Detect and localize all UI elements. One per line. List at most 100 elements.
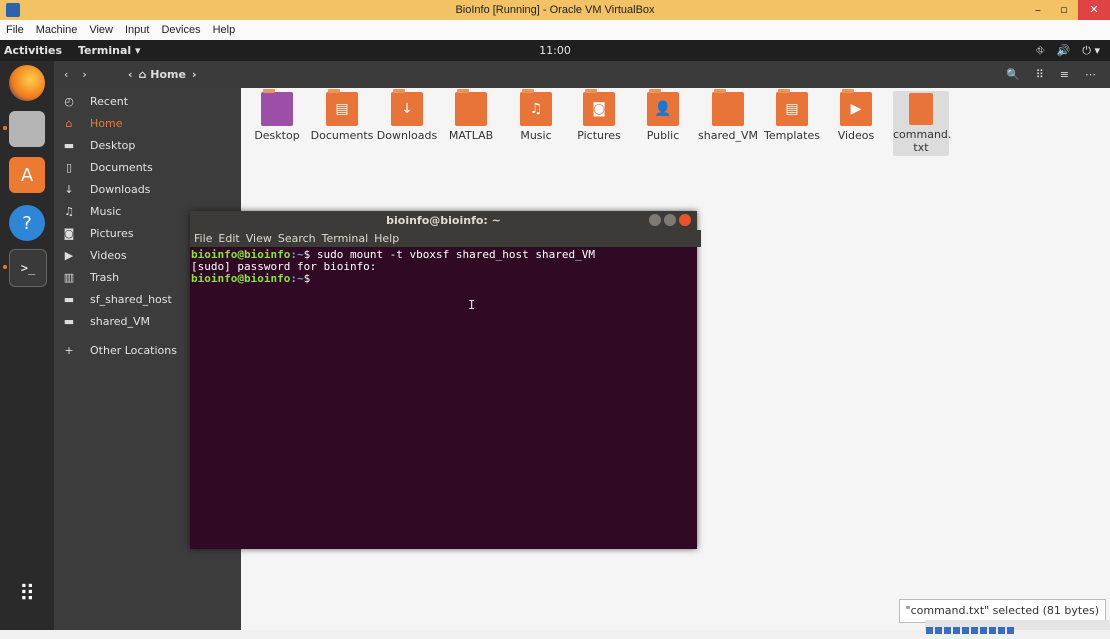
breadcrumb-home[interactable]: ⌂ Home <box>139 65 186 84</box>
folder-icon: ▤ <box>776 89 808 126</box>
sidebar-item-recent[interactable]: ◴ Recent <box>54 91 241 113</box>
window-controls-icon[interactable]: ⋯ <box>1085 61 1096 88</box>
folder-icon: ▤ <box>326 89 358 126</box>
sidebar-item-desktop[interactable]: ▬ Desktop <box>54 135 241 157</box>
folder-label: Pictures <box>577 129 621 142</box>
breadcrumb-left[interactable]: ‹ <box>128 65 133 84</box>
folder-desktop[interactable]: Desktop <box>244 89 310 142</box>
folder-templates[interactable]: ▤ Templates <box>759 89 825 142</box>
files-icon[interactable] <box>9 111 45 147</box>
breadcrumb-right[interactable]: › <box>192 65 197 84</box>
folder-music[interactable]: ♫ Music <box>503 89 569 142</box>
sidebar-item-label: Home <box>90 117 123 130</box>
folder-icon: ◙ <box>583 89 615 126</box>
system-tray[interactable]: ⛗ 🔊 ⏻ ▾ <box>1036 40 1100 61</box>
show-apps-icon[interactable]: ⠿ <box>9 576 45 612</box>
status-icon[interactable] <box>935 627 942 634</box>
terminal-menu-terminal[interactable]: Terminal <box>322 230 369 247</box>
host-menu-devices[interactable]: Devices <box>155 24 206 36</box>
sidebar-item-label: Desktop <box>90 139 136 152</box>
status-icon[interactable] <box>944 627 951 634</box>
folder-label: shared_VM <box>698 129 758 142</box>
terminal-maximize-button[interactable] <box>664 214 676 226</box>
recent-icon: ◴ <box>64 95 74 108</box>
menu-icon[interactable]: ≡ <box>1060 61 1069 88</box>
clock[interactable]: 11:00 <box>0 40 1110 61</box>
sidebar-item-label: Trash <box>90 271 120 284</box>
volume-icon[interactable]: 🔊 <box>1057 40 1071 61</box>
host-menu-input[interactable]: Input <box>119 24 155 36</box>
terminal-menu-file[interactable]: File <box>194 230 212 247</box>
back-button[interactable]: ‹ <box>64 61 68 88</box>
folder-documents[interactable]: ▤ Documents <box>309 89 375 142</box>
downloads-icon: ↓ <box>64 183 74 196</box>
folder-pictures[interactable]: ◙ Pictures <box>566 89 632 142</box>
folder-downloads[interactable]: ↓ Downloads <box>374 89 440 142</box>
sidebar-item-label: Pictures <box>90 227 134 240</box>
sidebar-item-label: shared_VM <box>90 315 150 328</box>
folder-label: Templates <box>764 129 820 142</box>
sidebar-item-label: Videos <box>90 249 127 262</box>
host-titlebar: BioInfo [Running] - Oracle VM VirtualBox… <box>0 0 1110 20</box>
host-window-title: BioInfo [Running] - Oracle VM VirtualBox <box>455 4 655 16</box>
network-icon[interactable]: ⛗ <box>1036 40 1045 61</box>
host-menu-view[interactable]: View <box>83 24 119 36</box>
terminal-menu-view[interactable]: View <box>246 230 272 247</box>
folder-label: Videos <box>837 129 875 142</box>
terminal-titlebar[interactable]: bioinfo@bioinfo: ~ <box>190 211 697 230</box>
file-label-line1: command. <box>893 128 952 141</box>
status-icon[interactable] <box>953 627 960 634</box>
host-minimize-button[interactable]: – <box>1026 0 1050 20</box>
firefox-icon[interactable] <box>9 65 45 101</box>
terminal-window: bioinfo@bioinfo: ~ File Edit View Search… <box>190 211 701 551</box>
music-icon: ♫ <box>64 205 74 218</box>
forward-button[interactable]: › <box>82 61 86 88</box>
folder-icon: ↓ <box>391 89 423 126</box>
running-indicator <box>3 126 7 130</box>
host-menu-machine[interactable]: Machine <box>30 24 84 36</box>
software-icon[interactable]: A <box>9 157 45 193</box>
dock: A ? >_ ⠿ <box>0 61 54 630</box>
terminal-path: :~ <box>290 272 304 285</box>
terminal-menu-edit[interactable]: Edit <box>218 230 239 247</box>
host-maximize-button[interactable]: ▫ <box>1052 0 1076 20</box>
folder-videos[interactable]: ▶ Videos <box>823 89 889 142</box>
status-icon[interactable] <box>926 627 933 634</box>
file-command-txt[interactable]: command. txt <box>893 91 952 156</box>
folder-icon: ▶ <box>840 89 872 126</box>
breadcrumb: ‹ ⌂ Home › <box>122 65 202 84</box>
sidebar-item-home[interactable]: ⌂ Home <box>54 113 241 135</box>
sidebar-item-documents[interactable]: ▯ Documents <box>54 157 241 179</box>
folder-matlab[interactable]: MATLAB <box>438 89 504 142</box>
terminal-close-button[interactable] <box>679 214 691 226</box>
desktop-icon: ▬ <box>63 139 75 152</box>
status-icon[interactable] <box>998 627 1005 634</box>
terminal-menu-search[interactable]: Search <box>278 230 316 247</box>
terminal-output[interactable]: bioinfo@bioinfo:~$ sudo mount -t vboxsf … <box>190 247 697 551</box>
terminal-minimize-button[interactable] <box>649 214 661 226</box>
folder-label: Documents <box>310 129 374 142</box>
status-icon[interactable] <box>971 627 978 634</box>
folder-label: Desktop <box>254 129 300 142</box>
view-toggle-icon[interactable]: ⠿ <box>1036 61 1044 88</box>
status-icon[interactable] <box>980 627 987 634</box>
search-icon[interactable]: 🔍 <box>1006 61 1020 88</box>
host-menu-file[interactable]: File <box>0 24 30 36</box>
ubuntu-top-bar: Activities Terminal ▾ 11:00 ⛗ 🔊 ⏻ ▾ <box>0 40 1110 61</box>
help-icon[interactable]: ? <box>9 205 45 241</box>
power-icon[interactable]: ⏻ ▾ <box>1082 40 1100 61</box>
host-close-button[interactable]: ✕ <box>1078 0 1110 20</box>
terminal-menu-help[interactable]: Help <box>374 230 399 247</box>
status-icon[interactable] <box>962 627 969 634</box>
folder-public[interactable]: 👤 Public <box>630 89 696 142</box>
status-icon[interactable] <box>1007 627 1014 634</box>
host-menu-help[interactable]: Help <box>207 24 242 36</box>
terminal-prompt: bioinfo@bioinfo <box>191 272 291 285</box>
folder-shared-vm[interactable]: shared_VM <box>695 89 761 142</box>
folder-icon <box>712 89 744 126</box>
folder-icon <box>261 89 293 126</box>
terminal-icon[interactable]: >_ <box>9 249 47 287</box>
status-icon[interactable] <box>989 627 996 634</box>
sidebar-item-downloads[interactable]: ↓ Downloads <box>54 179 241 201</box>
documents-icon: ▯ <box>65 161 73 174</box>
